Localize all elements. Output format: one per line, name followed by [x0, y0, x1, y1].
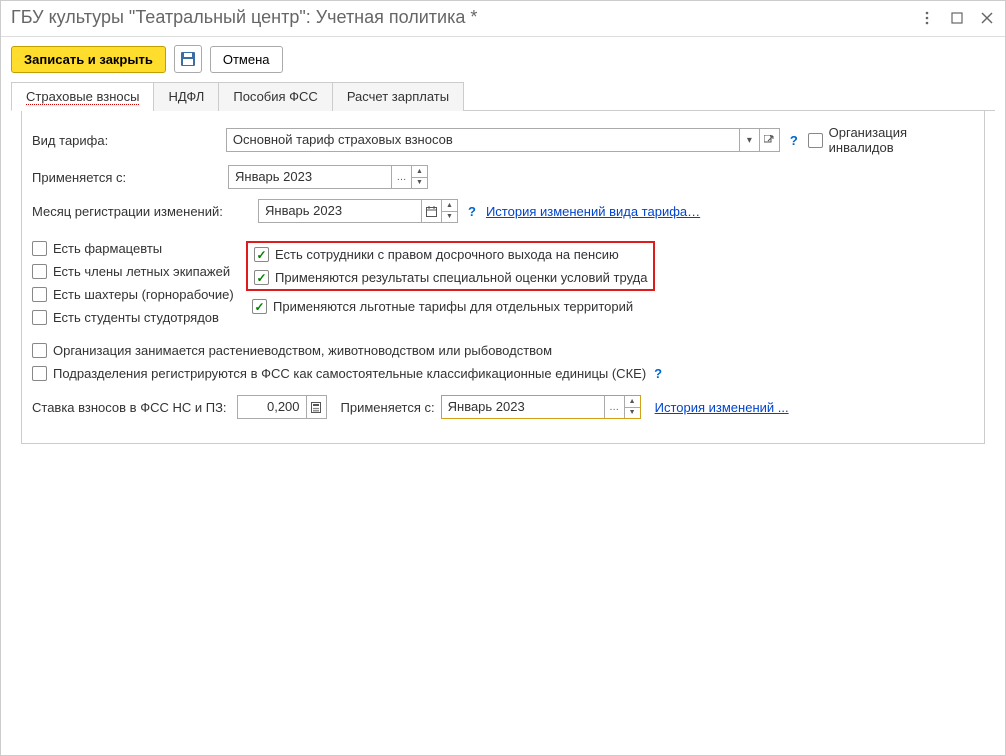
applies2-value: Январь 2023: [442, 396, 604, 418]
check-col-left: Есть фармацевты Есть члены летных экипаж…: [32, 241, 242, 325]
tabs: Страховые взносы НДФЛ Пособия ФСС Расчет…: [11, 81, 995, 111]
spinner-up-icon[interactable]: ▲: [625, 396, 640, 408]
checkbox-icon: [32, 343, 47, 358]
chk-sout[interactable]: Применяются результаты специальной оценк…: [254, 270, 647, 285]
chk-fss-units[interactable]: Подразделения регистрируются в ФСС как с…: [32, 366, 646, 381]
close-icon[interactable]: [979, 10, 995, 26]
tariff-value: Основной тариф страховых взносов: [227, 129, 739, 151]
checkbox-checked-icon: [254, 270, 269, 285]
applies2-label: Применяется с:: [341, 400, 435, 415]
fss-rate-value: 0,200: [238, 396, 306, 418]
tab-fss[interactable]: Пособия ФСС: [218, 82, 332, 111]
chk-territories[interactable]: Применяются льготные тарифы для отдельны…: [252, 299, 655, 314]
month-reg-value: Январь 2023: [259, 200, 421, 222]
row-tariff: Вид тарифа: Основной тариф страховых взн…: [32, 125, 974, 155]
help-icon[interactable]: ?: [786, 133, 802, 148]
spinner-up-icon[interactable]: ▲: [442, 200, 457, 212]
chk-pension[interactable]: Есть сотрудники с правом досрочного выхо…: [254, 247, 647, 262]
highlighted-checks: Есть сотрудники с правом досрочного выхо…: [246, 241, 655, 291]
history-tariff-link[interactable]: История изменений вида тарифа…: [486, 204, 700, 219]
applies-from-input[interactable]: Январь 2023 … ▲▼: [228, 165, 428, 189]
applies-from-value: Январь 2023: [229, 166, 391, 188]
window-controls: [919, 10, 995, 26]
chk-agro[interactable]: Организация занимается растениеводством,…: [32, 343, 974, 358]
help-icon[interactable]: ?: [464, 204, 480, 219]
checkbox-checked-icon: [252, 299, 267, 314]
checkbox-icon: [32, 310, 47, 325]
window-root: ГБУ культуры "Театральный центр": Учетна…: [0, 0, 1006, 756]
calendar-icon[interactable]: [421, 200, 441, 222]
save-close-button[interactable]: Записать и закрыть: [11, 46, 166, 73]
ellipsis-icon[interactable]: …: [391, 166, 411, 188]
month-reg-label: Месяц регистрации изменений:: [32, 204, 252, 219]
spinner[interactable]: ▲▼: [411, 166, 427, 188]
history2-link[interactable]: История изменений ...: [655, 400, 789, 415]
checkbox-icon: [808, 133, 823, 148]
calculator-icon[interactable]: [306, 396, 326, 418]
checkbox-grid: Есть фармацевты Есть члены летных экипаж…: [32, 241, 974, 325]
check-col-right: Есть сотрудники с правом досрочного выхо…: [252, 241, 655, 314]
maximize-icon[interactable]: [949, 10, 965, 26]
chk-students[interactable]: Есть студенты студотрядов: [32, 310, 242, 325]
tab-ndfl[interactable]: НДФЛ: [153, 82, 219, 111]
tariff-select[interactable]: Основной тариф страховых взносов ▾: [226, 128, 780, 152]
row-month-reg: Месяц регистрации изменений: Январь 2023…: [32, 199, 974, 223]
checkbox-icon: [32, 287, 47, 302]
spinner[interactable]: ▲▼: [624, 396, 640, 418]
open-icon[interactable]: [759, 129, 779, 151]
dropdown-icon[interactable]: ▾: [739, 129, 759, 151]
checkbox-icon: [32, 241, 47, 256]
row-fss-rate: Ставка взносов в ФСС НС и ПЗ: 0,200 Прим…: [32, 395, 974, 419]
org-disabled-label: Организация инвалидов: [829, 125, 974, 155]
save-button[interactable]: [174, 45, 202, 73]
window-title: ГБУ культуры "Театральный центр": Учетна…: [11, 7, 919, 28]
spinner[interactable]: ▲▼: [441, 200, 457, 222]
tab-content: Вид тарифа: Основной тариф страховых взн…: [21, 111, 985, 444]
checkbox-checked-icon: [254, 247, 269, 262]
toolbar: Записать и закрыть Отмена: [1, 37, 1005, 81]
org-disabled-checkbox[interactable]: Организация инвалидов: [808, 125, 974, 155]
titlebar: ГБУ культуры "Театральный центр": Учетна…: [1, 1, 1005, 37]
spinner-down-icon[interactable]: ▼: [412, 178, 427, 189]
kebab-icon[interactable]: [919, 10, 935, 26]
checkbox-icon: [32, 264, 47, 279]
tab-insurance[interactable]: Страховые взносы: [11, 82, 154, 111]
chk-pharma[interactable]: Есть фармацевты: [32, 241, 242, 256]
tab-salary[interactable]: Расчет зарплаты: [332, 82, 464, 111]
spinner-down-icon[interactable]: ▼: [625, 408, 640, 419]
row-applies-from: Применяется с: Январь 2023 … ▲▼: [32, 165, 974, 189]
floppy-icon: [181, 52, 195, 66]
spinner-up-icon[interactable]: ▲: [412, 166, 427, 178]
ellipsis-icon[interactable]: …: [604, 396, 624, 418]
applies-from-label: Применяется с:: [32, 170, 222, 185]
spinner-down-icon[interactable]: ▼: [442, 212, 457, 223]
month-reg-input[interactable]: Январь 2023 ▲▼: [258, 199, 458, 223]
chk-flight[interactable]: Есть члены летных экипажей: [32, 264, 242, 279]
cancel-button[interactable]: Отмена: [210, 46, 283, 73]
help-icon[interactable]: ?: [650, 366, 666, 381]
checkbox-icon: [32, 366, 47, 381]
fss-rate-label: Ставка взносов в ФСС НС и ПЗ:: [32, 400, 227, 415]
check-col-bottom: Организация занимается растениеводством,…: [32, 343, 974, 381]
tabs-container: Страховые взносы НДФЛ Пособия ФСС Расчет…: [1, 81, 1005, 454]
fss-rate-input[interactable]: 0,200: [237, 395, 327, 419]
chk-miners[interactable]: Есть шахтеры (горнорабочие): [32, 287, 242, 302]
tariff-label: Вид тарифа:: [32, 133, 220, 148]
applies2-input[interactable]: Январь 2023 … ▲▼: [441, 395, 641, 419]
